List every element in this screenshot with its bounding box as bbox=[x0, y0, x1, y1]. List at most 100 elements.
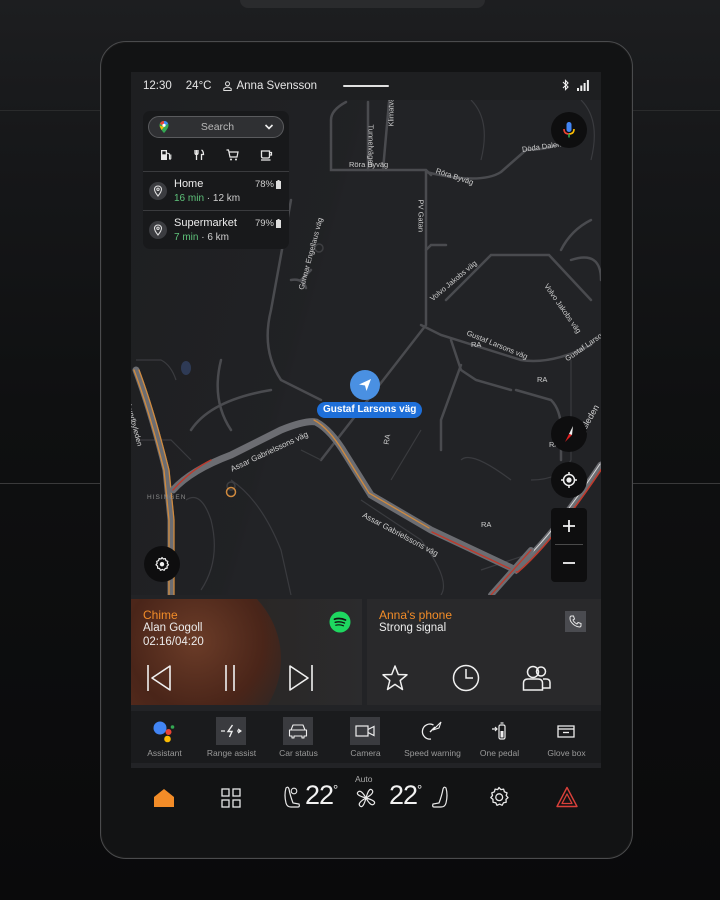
destination-name: Supermarket bbox=[174, 217, 237, 229]
grid-icon bbox=[221, 788, 241, 808]
google-assistant-icon bbox=[149, 717, 179, 745]
track-artist: Alan Gogoll bbox=[143, 622, 203, 634]
pull-down-handle[interactable] bbox=[343, 85, 389, 87]
contacts-button[interactable] bbox=[520, 661, 554, 695]
eta-distance: 6 km bbox=[207, 232, 230, 243]
app-launcher-button[interactable] bbox=[219, 786, 243, 810]
voice-search-button[interactable] bbox=[551, 112, 587, 148]
minus-icon bbox=[563, 562, 575, 564]
next-track-button[interactable] bbox=[284, 661, 318, 695]
search-placeholder: Search bbox=[200, 121, 235, 133]
clock: 12:30 bbox=[143, 80, 172, 92]
pause-button[interactable] bbox=[213, 661, 247, 695]
compass-button[interactable] bbox=[551, 416, 587, 452]
destination-eta: 7 min · 6 km bbox=[174, 232, 229, 243]
zoom-in-button[interactable] bbox=[551, 508, 587, 544]
map-settings-button[interactable] bbox=[144, 546, 180, 582]
driver-seat-heating-button[interactable] bbox=[282, 784, 302, 812]
home-icon bbox=[154, 789, 174, 807]
skip-next-icon bbox=[289, 665, 313, 691]
driver-temp-value: 22 bbox=[305, 780, 334, 810]
gear-icon bbox=[490, 786, 509, 806]
hazard-lights-button[interactable] bbox=[555, 785, 579, 809]
favorites-button[interactable] bbox=[378, 661, 412, 695]
gas-station-icon[interactable] bbox=[160, 149, 172, 161]
phone-controls bbox=[367, 661, 601, 695]
gear-icon bbox=[155, 556, 170, 571]
battery-percent: 78% bbox=[254, 179, 274, 190]
call-button[interactable] bbox=[565, 611, 586, 632]
destination-eta: 16 min · 12 km bbox=[174, 193, 240, 204]
zoom-out-button[interactable] bbox=[551, 545, 587, 581]
google-maps-icon bbox=[159, 121, 169, 133]
current-street-label: Gustaf Larsons väg bbox=[317, 402, 423, 418]
driver-temperature[interactable]: 22° bbox=[305, 780, 338, 811]
car-interior-background: 12:30 24°C Anna Svensson Tunnelvägen Kli… bbox=[0, 0, 720, 900]
shortcut-glove-box[interactable]: Glove box bbox=[533, 711, 600, 763]
shortcut-label: Range assist bbox=[206, 748, 257, 758]
recenter-button[interactable] bbox=[551, 462, 587, 498]
signal-icon bbox=[577, 79, 589, 91]
passenger-temp-value: 22 bbox=[389, 780, 418, 810]
street-label: Klimatvägen bbox=[386, 100, 396, 127]
destination-item-supermarket[interactable]: Supermarket 7 min · 6 km 79% bbox=[143, 210, 289, 248]
track-title: Chime bbox=[143, 608, 178, 622]
phone-signal-status: Strong signal bbox=[379, 622, 447, 634]
user-profile[interactable]: Anna Svensson bbox=[223, 80, 317, 92]
recent-calls-button[interactable] bbox=[449, 661, 483, 695]
media-controls bbox=[131, 661, 362, 695]
eta-time: 7 min bbox=[174, 232, 199, 243]
camera-icon bbox=[350, 717, 380, 745]
shortcut-camera[interactable]: Camera bbox=[332, 711, 399, 763]
settings-button[interactable] bbox=[487, 785, 511, 809]
shortcut-assistant[interactable]: Assistant bbox=[131, 711, 198, 763]
street-label: RA bbox=[471, 340, 482, 349]
compass-icon bbox=[565, 426, 573, 442]
fan-icon bbox=[356, 788, 376, 808]
district-label: HISINGEN bbox=[147, 494, 187, 501]
passenger-temperature[interactable]: 22° bbox=[389, 780, 422, 811]
coffee-icon[interactable] bbox=[260, 149, 273, 161]
seat-icon bbox=[432, 786, 448, 808]
shopping-cart-icon[interactable] bbox=[226, 149, 239, 161]
fan-button[interactable] bbox=[353, 786, 379, 810]
car-icon bbox=[283, 717, 313, 745]
passenger-seat-heating-button[interactable] bbox=[430, 784, 450, 812]
skip-previous-icon bbox=[147, 665, 171, 691]
microphone-icon bbox=[563, 122, 575, 138]
user-name: Anna Svensson bbox=[236, 80, 318, 92]
one-pedal-icon bbox=[484, 717, 514, 745]
destination-item-home[interactable]: Home 16 min · 12 km 78% bbox=[143, 171, 289, 209]
chevron-down-icon[interactable] bbox=[264, 123, 274, 131]
shortcut-range-assist[interactable]: Range assist bbox=[198, 711, 265, 763]
restaurant-icon[interactable] bbox=[193, 149, 205, 161]
location-pin-icon bbox=[149, 182, 167, 200]
climate-bar: 22° Auto 22° bbox=[131, 768, 601, 828]
shortcut-one-pedal[interactable]: One pedal bbox=[466, 711, 533, 763]
separator: · bbox=[198, 232, 208, 243]
home-button[interactable] bbox=[151, 786, 177, 810]
current-position-marker bbox=[350, 370, 380, 400]
battery-percent: 79% bbox=[254, 218, 274, 229]
shortcut-car-status[interactable]: Car status bbox=[265, 711, 332, 763]
plus-icon bbox=[563, 520, 575, 532]
navigation-map[interactable]: Tunnelvägen Klimatvägen Röra Byväg Röra … bbox=[131, 100, 601, 595]
hazard-icon bbox=[556, 786, 578, 808]
eta-distance: 12 km bbox=[212, 193, 241, 204]
phone-card[interactable]: Anna's phone Strong signal bbox=[367, 599, 601, 705]
media-player-card[interactable]: Chime Alan Gogoll 02:16/04:20 bbox=[131, 599, 362, 705]
contacts-icon bbox=[522, 665, 551, 691]
search-panel: Search Home 16 min · 12 km 78% Supermark… bbox=[143, 111, 289, 249]
shortcut-label: One pedal bbox=[479, 748, 520, 758]
battery-icon bbox=[276, 219, 281, 228]
clock-icon bbox=[452, 664, 480, 692]
shortcut-speed-warning[interactable]: Speed warning bbox=[399, 711, 466, 763]
shortcut-label: Glove box bbox=[547, 748, 586, 758]
battery-icon bbox=[276, 180, 281, 189]
previous-track-button[interactable] bbox=[142, 661, 176, 695]
zoom-control bbox=[551, 508, 587, 582]
spotify-icon[interactable] bbox=[329, 611, 351, 633]
search-input[interactable]: Search bbox=[148, 116, 284, 138]
street-label: Röra Byväg bbox=[349, 160, 389, 169]
seat-heat-icon bbox=[284, 786, 300, 808]
